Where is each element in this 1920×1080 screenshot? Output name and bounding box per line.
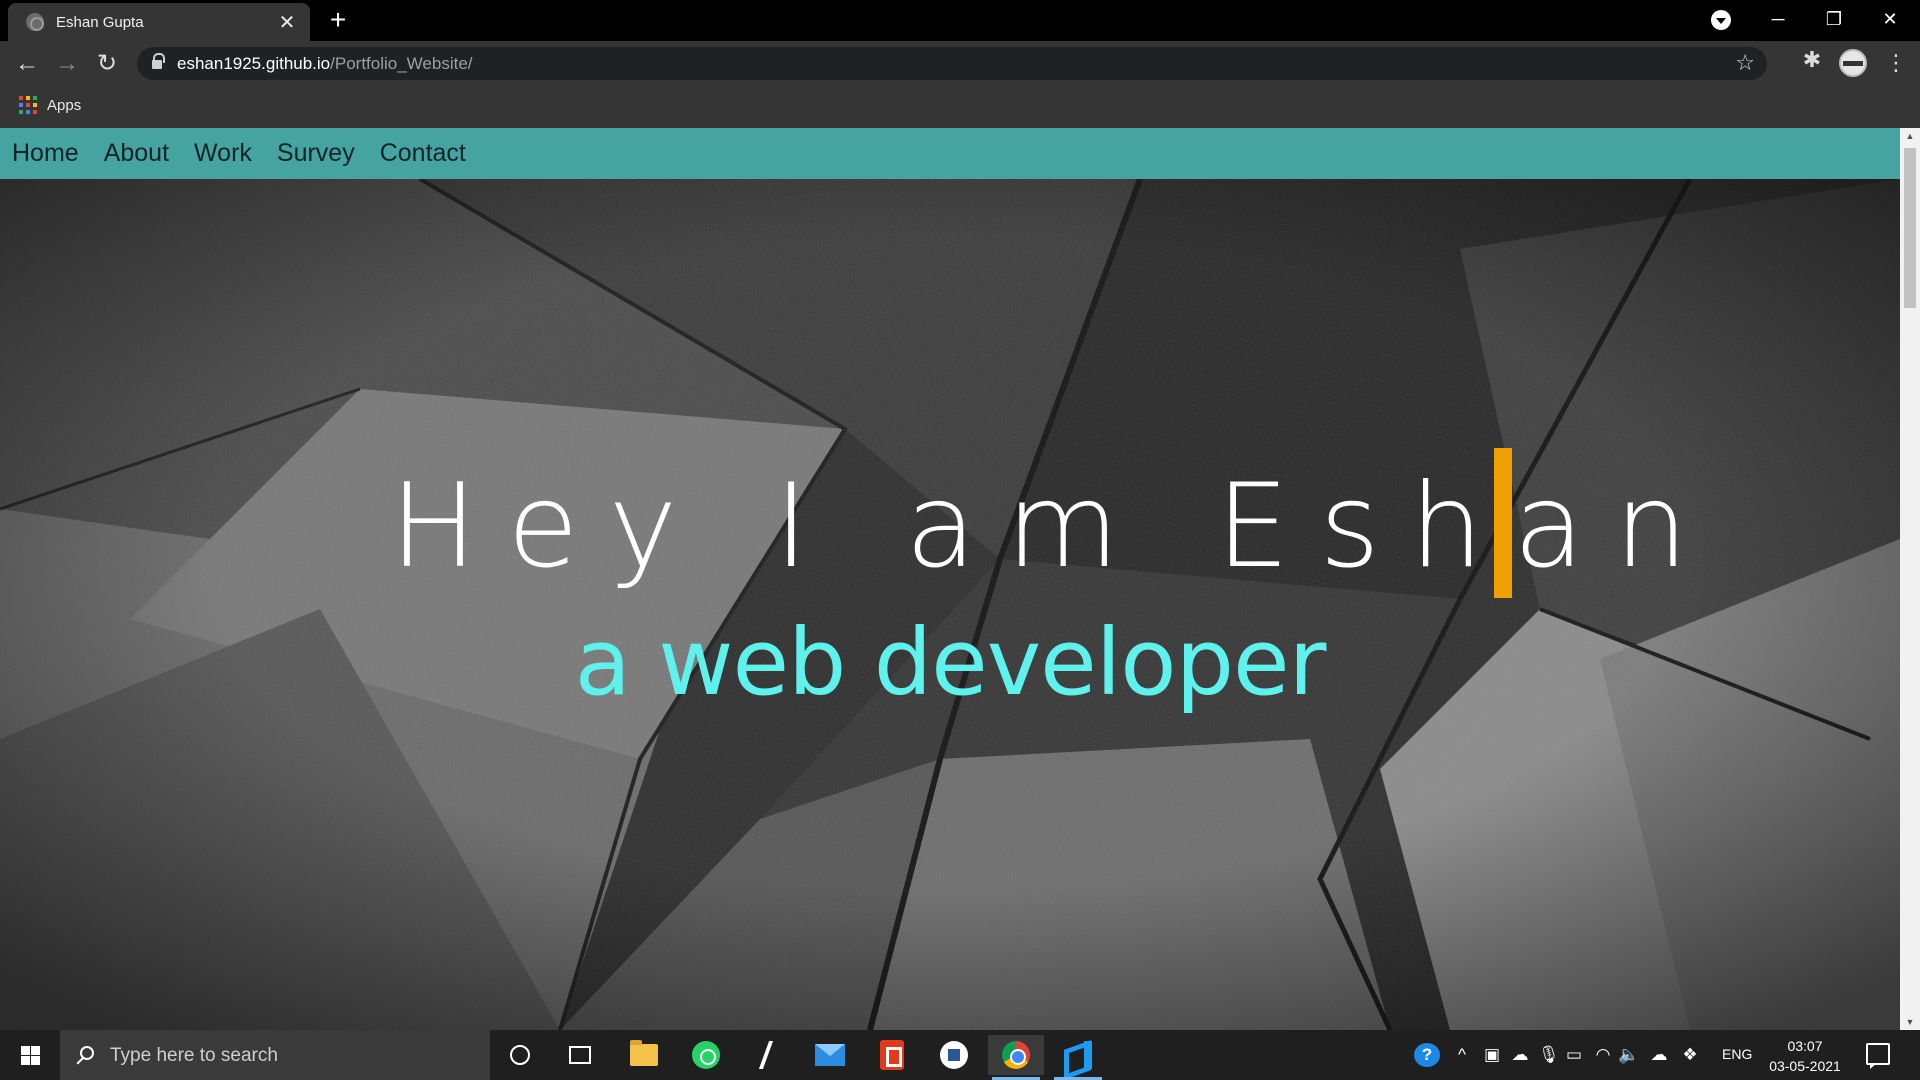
clock-time: 03:07 xyxy=(1787,1038,1823,1054)
bookmarks-bar: Apps xyxy=(0,86,1920,128)
page-scrollbar[interactable]: ▲ ▼ xyxy=(1900,128,1920,1030)
windows-taskbar: Type here to search ? ^ ▣ ☁ 🎙 ▭ ◠ 🔈 ☁ ❖ … xyxy=(0,1030,1920,1080)
notifications-icon[interactable] xyxy=(1866,1043,1890,1069)
hero-headline: Hey I am Eshan xyxy=(390,459,1719,594)
tab-title: Eshan Gupta xyxy=(56,13,144,31)
volume-icon[interactable]: 🔈 xyxy=(1618,1043,1640,1067)
scroll-thumb[interactable] xyxy=(1904,148,1916,308)
browser-menu-icon[interactable]: ⋮ xyxy=(1885,49,1907,79)
apps-grid-icon xyxy=(19,96,37,114)
url-path: /Portfolio_Website/ xyxy=(330,54,473,73)
wifi-icon[interactable]: ◠ xyxy=(1592,1043,1614,1067)
taskbar-search-box[interactable]: Type here to search xyxy=(60,1030,490,1080)
search-icon xyxy=(80,1046,94,1060)
clock-date: 03-05-2021 xyxy=(1769,1058,1841,1074)
site-navbar: Home About Work Survey Contact xyxy=(0,128,1900,179)
chevron-up-icon[interactable]: ^ xyxy=(1452,1043,1472,1067)
scroll-up-arrow-icon[interactable]: ▲ xyxy=(1900,128,1920,144)
browser-tab[interactable]: Eshan Gupta ✕ xyxy=(8,3,310,41)
system-clock[interactable]: 03:07 03-05-2021 xyxy=(1762,1036,1848,1076)
search-placeholder: Type here to search xyxy=(110,1045,278,1066)
mail-button[interactable] xyxy=(802,1035,858,1075)
typing-cursor xyxy=(1494,448,1512,598)
whatsapp-icon xyxy=(692,1041,720,1069)
vscode-icon xyxy=(1064,1041,1092,1069)
hero-section: Hey I am Eshan a web developer xyxy=(0,179,1900,1030)
file-explorer-button[interactable] xyxy=(616,1035,672,1075)
sublime-text-button[interactable] xyxy=(740,1035,796,1075)
address-bar[interactable]: eshan1925.github.io/Portfolio_Website/ ☆ xyxy=(137,47,1767,80)
word-app-icon xyxy=(940,1041,968,1069)
battery-icon[interactable]: ▭ xyxy=(1562,1043,1586,1067)
task-view-button[interactable] xyxy=(552,1035,608,1075)
onedrive-icon[interactable]: ☁ xyxy=(1508,1043,1532,1067)
profile-avatar[interactable] xyxy=(1839,49,1867,77)
new-tab-button[interactable]: + xyxy=(324,4,352,36)
nav-link-about[interactable]: About xyxy=(104,139,169,168)
scroll-down-arrow-icon[interactable]: ▼ xyxy=(1900,1014,1920,1030)
meet-now-icon[interactable]: ▣ xyxy=(1482,1043,1502,1067)
nav-link-home[interactable]: Home xyxy=(12,139,79,168)
globe-icon xyxy=(26,13,44,31)
restore-button[interactable]: ❐ xyxy=(1806,0,1862,40)
browser-toolbar: ← → ↻ eshan1925.github.io/Portfolio_Webs… xyxy=(0,41,1920,86)
bookmark-star-icon[interactable]: ☆ xyxy=(1735,50,1755,76)
close-window-button[interactable]: ✕ xyxy=(1862,0,1918,40)
apps-label: Apps xyxy=(47,96,82,114)
dropbox-icon[interactable]: ❖ xyxy=(1678,1043,1702,1067)
mail-icon xyxy=(815,1044,845,1066)
lock-icon[interactable] xyxy=(152,53,165,70)
tab-search-icon[interactable] xyxy=(1711,10,1731,30)
office-button[interactable] xyxy=(864,1035,920,1075)
vscode-button[interactable] xyxy=(1050,1035,1106,1080)
extensions-puzzle-icon[interactable]: ✱ xyxy=(1800,47,1824,77)
word-app-button[interactable] xyxy=(926,1035,982,1075)
cloud-upload-icon[interactable]: ☁ xyxy=(1646,1043,1672,1067)
cortana-button[interactable] xyxy=(492,1035,548,1075)
microphone-icon[interactable]: 🎙 xyxy=(1538,1043,1560,1067)
url-host: eshan1925.github.io xyxy=(177,54,331,73)
web-page: Home About Work Survey Contact Hey I am … xyxy=(0,128,1900,1030)
nav-link-survey[interactable]: Survey xyxy=(277,139,355,168)
back-button[interactable]: ← xyxy=(12,49,42,79)
nav-link-work[interactable]: Work xyxy=(194,139,252,168)
reload-button[interactable]: ↻ xyxy=(92,49,122,79)
chrome-icon xyxy=(1002,1041,1030,1069)
help-icon[interactable]: ? xyxy=(1414,1043,1440,1067)
input-language[interactable]: ENG xyxy=(1722,1046,1752,1062)
url-text[interactable]: eshan1925.github.io/Portfolio_Website/ xyxy=(177,54,473,74)
start-button[interactable] xyxy=(0,1030,60,1080)
nav-link-contact[interactable]: Contact xyxy=(380,139,466,168)
task-view-icon xyxy=(569,1046,591,1064)
forward-button[interactable]: → xyxy=(52,49,82,79)
whatsapp-button[interactable] xyxy=(678,1035,734,1075)
chrome-button[interactable] xyxy=(988,1035,1044,1080)
hero-subline: a web developer xyxy=(574,609,1327,716)
windows-logo-icon xyxy=(21,1046,40,1065)
minimize-button[interactable]: ─ xyxy=(1750,0,1806,40)
hero-text: Hey I am Eshan a web developer xyxy=(0,179,1900,1030)
browser-tab-strip: Eshan Gupta ✕ + ─ ❐ ✕ xyxy=(0,0,1920,41)
sublime-text-icon xyxy=(761,1041,775,1069)
apps-shortcut[interactable]: Apps xyxy=(19,96,81,114)
office-icon xyxy=(880,1040,904,1070)
folder-icon xyxy=(630,1040,658,1066)
close-tab-icon[interactable]: ✕ xyxy=(276,10,298,35)
cortana-icon xyxy=(510,1045,530,1065)
